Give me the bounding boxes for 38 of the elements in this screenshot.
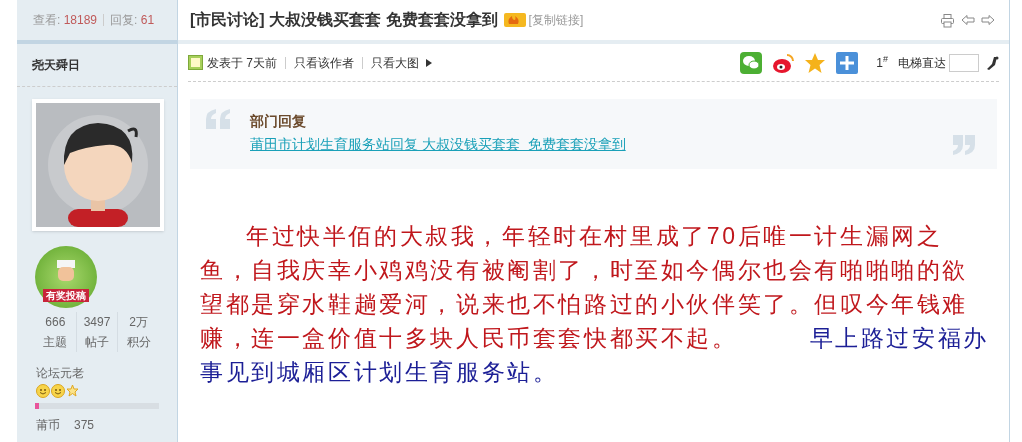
stat-label: 主题 — [43, 334, 68, 351]
stat-value: 666 — [45, 314, 66, 331]
floor-number: 1$^{#}$ — [876, 53, 888, 72]
hot-icon — [503, 13, 526, 27]
floor-input[interactable] — [949, 53, 979, 72]
filter-link[interactable]: 只看大图 — [371, 53, 419, 72]
smiley-icon — [51, 384, 65, 398]
print-icon — [940, 12, 955, 28]
reply-count: 回复: 61 — [110, 12, 155, 29]
post-body: 年过快半佰的大叔我，年轻时在村里成了70后唯一计生漏网之鱼，自我庆幸小鸡鸡没有被阉割了，时至如今偶尔也会有啪啪啪的欲望都是穿水鞋趟爱河，说来也不怕路过的小伙伴笑了。但叹今年钱难赚，连一盒价值十多块人民币套套快都买不起。 早上路过安福办事见到城厢区计划生育服务站。 — [200, 222, 989, 387]
currency-label: 莆币 — [36, 417, 61, 434]
plus-icon[interactable] — [836, 51, 859, 74]
star-icon[interactable] — [804, 51, 827, 74]
wechat-icon[interactable] — [740, 51, 763, 74]
right-arrow-icon — [981, 14, 995, 26]
star-icon — [66, 384, 79, 398]
thread-title: [市民讨论] 大叔没钱买套套 免费套套没拿到 — [190, 10, 498, 30]
filter-link[interactable]: 只看该作者 — [294, 53, 354, 72]
author-name[interactable]: 尧天舜日 — [32, 56, 80, 74]
weibo-icon[interactable] — [772, 51, 795, 74]
award-badge: 有奖投稿 — [35, 246, 97, 308]
close-quote-icon — [951, 135, 977, 155]
quote-heading: 部门回复 — [250, 112, 307, 131]
stat-value: 2万 — [129, 314, 148, 331]
view-count: 查看: 18189 — [33, 12, 98, 29]
user-rank: 论坛元老 — [36, 365, 85, 382]
post-time: 发表于 7天前 — [207, 54, 277, 72]
go-icon[interactable] — [985, 54, 999, 71]
open-quote-icon — [206, 109, 232, 129]
user-icon — [188, 55, 203, 70]
jump-label: 电梯直达 — [898, 54, 946, 72]
smiley-icon — [36, 384, 50, 398]
stat-value: 3497 — [83, 314, 111, 331]
caret-icon — [425, 57, 433, 68]
left-arrow-icon — [961, 14, 975, 26]
stat-label: 积分 — [126, 334, 151, 351]
stat-label: 帖子 — [85, 334, 109, 351]
currency-value: 375 — [74, 417, 95, 434]
